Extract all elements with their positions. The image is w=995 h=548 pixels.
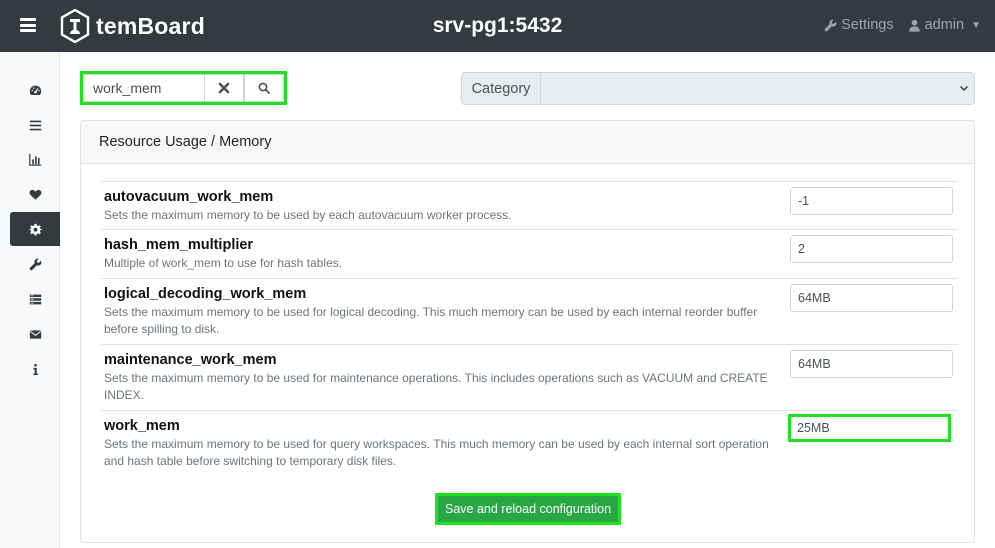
- sidebar: [0, 52, 60, 548]
- category-select[interactable]: [541, 73, 974, 104]
- param-description: Sets the maximum memory to be used for q…: [104, 437, 769, 468]
- search-button[interactable]: [244, 74, 284, 102]
- table-row: maintenance_work_mem Sets the maximum me…: [101, 345, 958, 411]
- brand[interactable]: temBoard: [60, 9, 205, 43]
- user-menu[interactable]: admin ▼: [908, 17, 981, 33]
- settings-table: autovacuum_work_mem Sets the maximum mem…: [101, 181, 958, 477]
- close-icon: [218, 82, 230, 94]
- clear-search-button[interactable]: [204, 74, 244, 102]
- card-title: Resource Usage / Memory: [81, 121, 974, 164]
- param-description: Sets the maximum memory to be used for m…: [104, 371, 768, 402]
- table-row: logical_decoding_work_mem Sets the maxim…: [101, 279, 958, 345]
- search-input[interactable]: [83, 74, 204, 102]
- save-button-highlight: Save and reload configuration: [435, 493, 622, 525]
- param-description: Sets the maximum memory to be used for l…: [104, 305, 758, 336]
- param-value-input[interactable]: [788, 414, 951, 442]
- info-icon: [32, 363, 38, 375]
- wrench-icon: [824, 19, 837, 31]
- top-navbar: temBoard srv-pg1:5432 Settings admin ▼: [0, 0, 995, 52]
- param-value-input[interactable]: [790, 187, 953, 215]
- param-description: Multiple of work_mem to use for hash tab…: [104, 256, 343, 270]
- sidebar-item-maintenance[interactable]: [10, 247, 60, 281]
- user-icon: [908, 19, 920, 32]
- dashboard-icon: [29, 85, 41, 95]
- param-description: Sets the maximum memory to be used by ea…: [104, 208, 512, 222]
- sidebar-item-notifications[interactable]: [10, 317, 60, 351]
- list-icon: [29, 120, 41, 130]
- search-icon: [258, 82, 270, 94]
- settings-label: Settings: [841, 17, 894, 33]
- table-row: hash_mem_multiplier Multiple of work_mem…: [101, 230, 958, 279]
- param-value-input[interactable]: [790, 284, 953, 312]
- user-label: admin: [924, 17, 965, 33]
- sidebar-item-configuration[interactable]: [10, 212, 60, 246]
- sidebar-item-about[interactable]: [10, 352, 60, 386]
- sidebar-item-status[interactable]: [10, 177, 60, 211]
- settings-link[interactable]: Settings: [824, 17, 894, 33]
- param-value-input[interactable]: [790, 350, 953, 378]
- table-row: autovacuum_work_mem Sets the maximum mem…: [101, 182, 958, 230]
- sidebar-item-monitoring[interactable]: [10, 142, 60, 176]
- sidebar-item-dashboard[interactable]: [10, 73, 60, 107]
- search-group: [80, 71, 287, 105]
- caret-down-icon: ▼: [971, 19, 981, 31]
- param-value-input[interactable]: [790, 235, 953, 263]
- envelope-icon: [29, 329, 41, 339]
- category-label: Category: [462, 73, 541, 104]
- category-filter: Category: [461, 72, 975, 105]
- sidebar-item-activity[interactable]: [10, 108, 60, 142]
- gear-icon: [28, 223, 42, 235]
- menu-toggle-icon[interactable]: [20, 18, 36, 32]
- server-icon: [29, 294, 41, 304]
- sidebar-item-pgconf[interactable]: [10, 282, 60, 316]
- settings-card: Resource Usage / Memory autovacuum_work_…: [80, 120, 975, 543]
- wrench-icon: [29, 258, 41, 270]
- chevron-down-icon: [959, 85, 969, 92]
- heart-icon: [29, 189, 41, 200]
- table-row: work_mem Sets the maximum memory to be u…: [101, 411, 958, 477]
- temboard-logo-icon: [60, 9, 90, 43]
- chart-icon: [28, 153, 41, 166]
- save-reload-button[interactable]: Save and reload configuration: [438, 496, 619, 522]
- brand-name: temBoard: [96, 12, 205, 39]
